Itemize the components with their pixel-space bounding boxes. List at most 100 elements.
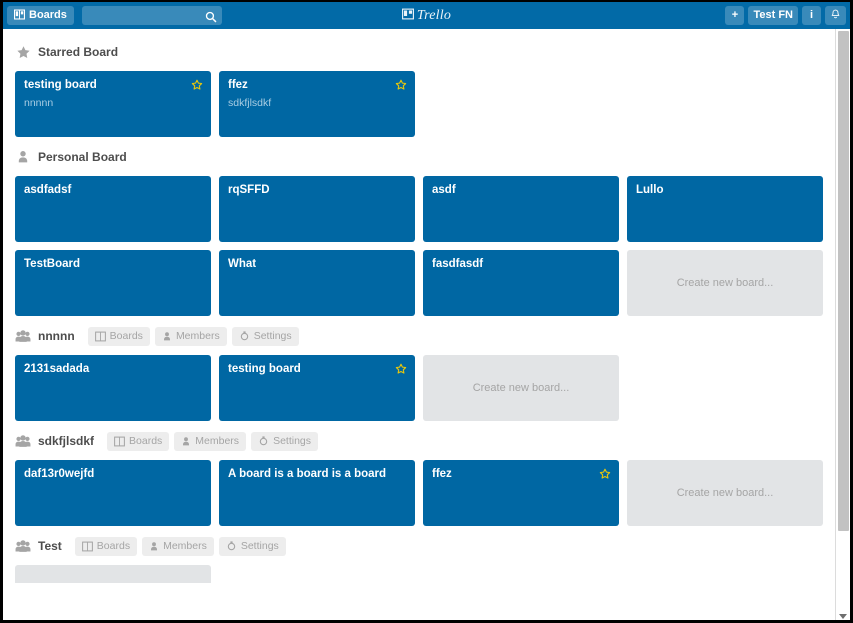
board-tile-name: daf13r0wejfd [24, 468, 95, 480]
org-boards-button-label: Boards [129, 434, 163, 447]
board-tile[interactable]: ffez sdkfjlsdkf [219, 71, 415, 137]
board-tile-name: rqSFFD [228, 184, 270, 196]
board-tile[interactable]: asdf [423, 176, 619, 242]
star-filled-icon[interactable] [599, 467, 611, 479]
board-tile-name: What [228, 258, 257, 270]
gear-icon-gray [239, 330, 250, 342]
org-members-button-label: Members [175, 329, 220, 342]
page-body: Starred Board testing board nnnnn ffez sdkfj… [3, 29, 850, 620]
boards-button-label: Boards [29, 9, 67, 21]
org-action-buttons: Boards Members Settings [87, 326, 299, 346]
board-tile[interactable]: testing board nnnnn [15, 71, 211, 137]
board-section-nnnnn: nnnnn Boards Members Settings 2131sadada test… [15, 325, 813, 421]
star-filled-icon[interactable] [395, 362, 407, 374]
board-tile-org: sdkfjlsdkf [228, 96, 272, 109]
section-header-nnnnn: nnnnn Boards Members Settings [15, 325, 813, 347]
board-tile-name: A board is a board is a board [228, 468, 387, 480]
gear-icon-gray [226, 540, 237, 552]
create-new-board-tile[interactable]: Create new board... [423, 355, 619, 421]
board-tile[interactable]: rqSFFD [219, 176, 415, 242]
board-icon-gray [81, 541, 93, 552]
bell-icon [830, 9, 841, 23]
add-button[interactable]: + [725, 6, 745, 25]
section-title: Personal Board [38, 150, 127, 164]
create-new-board-label: Create new board... [676, 487, 774, 499]
section-header-starred: Starred Board [15, 41, 813, 63]
board-tile[interactable]: daf13r0wejfd [15, 460, 211, 526]
board-section-starred: Starred Board testing board nnnnn ffez sdkfj… [15, 41, 813, 137]
people-icon [15, 538, 31, 554]
board-tile-name: fasdfasdf [432, 258, 484, 270]
org-boards-button-sdkfjlsdkf[interactable]: Boards [107, 431, 170, 451]
gear-icon-gray [258, 435, 269, 447]
board-tile-name: 2131sadada [24, 363, 90, 375]
create-new-board-tile[interactable]: Create new board... [627, 250, 823, 316]
org-members-button-sdkfjlsdkf[interactable]: Members [174, 431, 247, 451]
org-members-button-test[interactable]: Members [142, 536, 214, 556]
section-title: nnnnn [38, 329, 75, 343]
org-settings-button-label: Settings [240, 539, 279, 552]
people-icon [15, 433, 31, 449]
member-icon-gray [149, 541, 159, 552]
board-tile-org: nnnnn [24, 96, 54, 109]
board-tile-name: TestBoard [24, 258, 81, 270]
create-new-board-label: Create new board... [676, 277, 774, 289]
org-boards-button-nnnnn[interactable]: Boards [87, 326, 150, 346]
org-settings-button-sdkfjlsdkf[interactable]: Settings [251, 431, 319, 451]
board-tile[interactable]: TestBoard [15, 250, 211, 316]
org-boards-button-label: Boards [109, 329, 143, 342]
board-grid-personal: asdfadsf rqSFFD asdf Lullo TestBoard What fasd… [15, 176, 823, 316]
board-tile[interactable]: fasdfasdf [423, 250, 619, 316]
search-input[interactable] [81, 6, 222, 26]
board-icon [14, 8, 25, 23]
star-filled-icon[interactable] [395, 78, 407, 90]
trello-logo-text: Trello [416, 7, 452, 23]
org-members-button-label: Members [163, 539, 207, 552]
star-icon [15, 44, 31, 60]
create-new-board-tile[interactable]: Create new board... [627, 460, 823, 526]
board-tile[interactable]: ffez [423, 460, 619, 526]
board-tile[interactable]: 2131sadada [15, 355, 211, 421]
user-menu-button[interactable]: Test FN [748, 6, 798, 25]
board-grid-test [15, 565, 813, 583]
board-grid-starred: testing board nnnnn ffez sdkfjlsdkf [15, 71, 813, 137]
member-icon-gray [162, 331, 172, 342]
section-title: Starred Board [38, 45, 119, 59]
boards-content-area: Starred Board testing board nnnnn ffez sdkfj… [3, 29, 835, 620]
board-tile[interactable]: A board is a board is a board [219, 460, 415, 526]
board-tile-name: testing board [24, 79, 97, 91]
scroll-down-arrow-icon[interactable] [839, 614, 847, 619]
board-tile[interactable]: asdfadsf [15, 176, 211, 242]
org-members-button-nnnnn[interactable]: Members [154, 326, 227, 346]
section-header-sdkfjlsdkf: sdkfjlsdkf Boards Members Settings [15, 430, 813, 452]
board-tile-name: asdfadsf [24, 184, 72, 196]
board-grid-sdkfjlsdkf: daf13r0wejfd A board is a board is a boar… [15, 460, 823, 526]
board-tile-name: Lullo [636, 184, 664, 196]
member-icon-gray [181, 436, 191, 447]
org-action-buttons: Boards Members Settings [74, 536, 286, 556]
create-new-board-tile[interactable] [15, 565, 211, 583]
board-section-test: Test Boards Members Settings [15, 535, 813, 583]
star-filled-icon[interactable] [191, 78, 203, 90]
board-tile-name: asdf [432, 184, 456, 196]
section-title: sdkfjlsdkf [38, 434, 95, 448]
board-icon-gray [114, 436, 125, 447]
org-boards-button-label: Boards [96, 539, 131, 552]
board-tile[interactable]: What [219, 250, 415, 316]
board-tile[interactable]: Lullo [627, 176, 823, 242]
org-settings-button-test[interactable]: Settings [218, 536, 286, 556]
info-button[interactable]: i [802, 6, 821, 25]
board-section-personal: Personal Board asdfadsf rqSFFD asdf Lullo Tes… [15, 146, 823, 316]
boards-button[interactable]: Boards [7, 6, 74, 25]
board-tile[interactable]: testing board [219, 355, 415, 421]
create-new-board-label: Create new board... [472, 382, 570, 394]
notifications-button[interactable] [825, 6, 846, 25]
org-action-buttons: Boards Members Settings [107, 431, 319, 451]
search-box[interactable] [81, 6, 222, 26]
org-boards-button-test[interactable]: Boards [74, 536, 138, 556]
top-header-bar: Boards Trello + Test FN i [3, 2, 850, 29]
vertical-scrollbar[interactable] [835, 29, 850, 620]
org-settings-button-nnnnn[interactable]: Settings [231, 326, 299, 346]
scrollbar-thumb[interactable] [838, 31, 849, 531]
trello-logo-icon [401, 7, 414, 25]
